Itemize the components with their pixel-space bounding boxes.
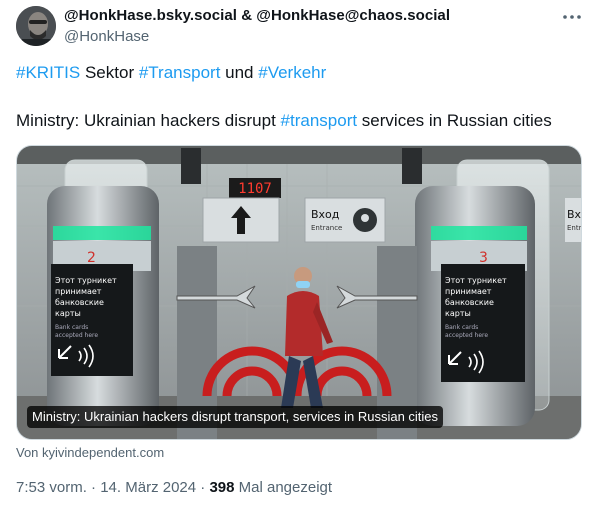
tweet-text: Ministry: Ukrainian hackers disrupt [16, 111, 281, 130]
turnstile-text: банковские [55, 298, 104, 307]
metro-turnstile-photo: 1107 Вход Entrance Вх Entr 2 Этот турник… [17, 146, 582, 439]
turnstile-text: принимает [55, 287, 102, 296]
hashtag-kritis[interactable]: #KRITIS [16, 63, 80, 82]
turnstile-text: Bank cards [445, 324, 478, 331]
views-label: Mal angezeigt [234, 479, 333, 496]
author-handle[interactable]: @HonkHase [64, 28, 149, 45]
meta-separator: · [196, 479, 210, 496]
ellipsis-horizontal-icon [563, 15, 581, 19]
entrance-sign-en: Entrance [311, 224, 342, 232]
turnstile-text: Bank cards [55, 324, 88, 331]
author-display-name[interactable]: @HonkHase.bsky.social & @HonkHase@chaos.… [64, 7, 450, 24]
tweet-meta: 7:53 vorm. · 14. März 2024 · 398 Mal ang… [16, 479, 332, 496]
turnstile-text: банковские [445, 298, 494, 307]
turnstile-text: карты [55, 309, 81, 318]
turnstile-text: карты [445, 309, 471, 318]
entrance-sign-ru: Вход [311, 208, 340, 221]
counter-display: 1107 [238, 181, 272, 197]
tweet-text: services in Russian cities [357, 111, 552, 130]
tweet-text: Sektor [80, 63, 139, 82]
entrance-sign-right-en: Entr [567, 224, 582, 232]
tweet-text-line-1: #KRITIS Sektor #Transport und #Verkehr [16, 63, 326, 83]
tweet-text-line-2: Ministry: Ukrainian hackers disrupt #tra… [16, 111, 552, 131]
turnstile-text: accepted here [445, 332, 488, 339]
link-card-caption[interactable]: Ministry: Ukrainian hackers disrupt tran… [27, 406, 444, 428]
avatar[interactable] [16, 6, 56, 46]
views-count: 398 [209, 479, 235, 496]
turnstile-text: Этот турникет [55, 276, 117, 285]
link-card-image[interactable]: 1107 Вход Entrance Вх Entr 2 Этот турник… [16, 145, 582, 440]
gate-number-left: 2 [87, 250, 96, 266]
link-card-source[interactable]: Von kyivindependent.com [16, 445, 164, 460]
hashtag-transport-lower[interactable]: #transport [281, 111, 358, 130]
gate-number-right: 3 [479, 250, 488, 266]
tweet: @HonkHase.bsky.social & @HonkHase@chaos.… [0, 0, 604, 505]
more-options-button[interactable] [560, 6, 584, 28]
tweet-text: und [220, 63, 259, 82]
turnstile-text: Этот турникет [445, 276, 507, 285]
hashtag-verkehr[interactable]: #Verkehr [258, 63, 326, 82]
entrance-sign-right-ru: Вх [567, 208, 582, 221]
tweet-date[interactable]: 14. März 2024 [100, 479, 196, 496]
tweet-time[interactable]: 7:53 vorm. [16, 479, 87, 496]
meta-separator: · [86, 479, 101, 496]
turnstile-text: accepted here [55, 332, 98, 339]
turnstile-text: принимает [445, 287, 492, 296]
hashtag-transport[interactable]: #Transport [139, 63, 221, 82]
